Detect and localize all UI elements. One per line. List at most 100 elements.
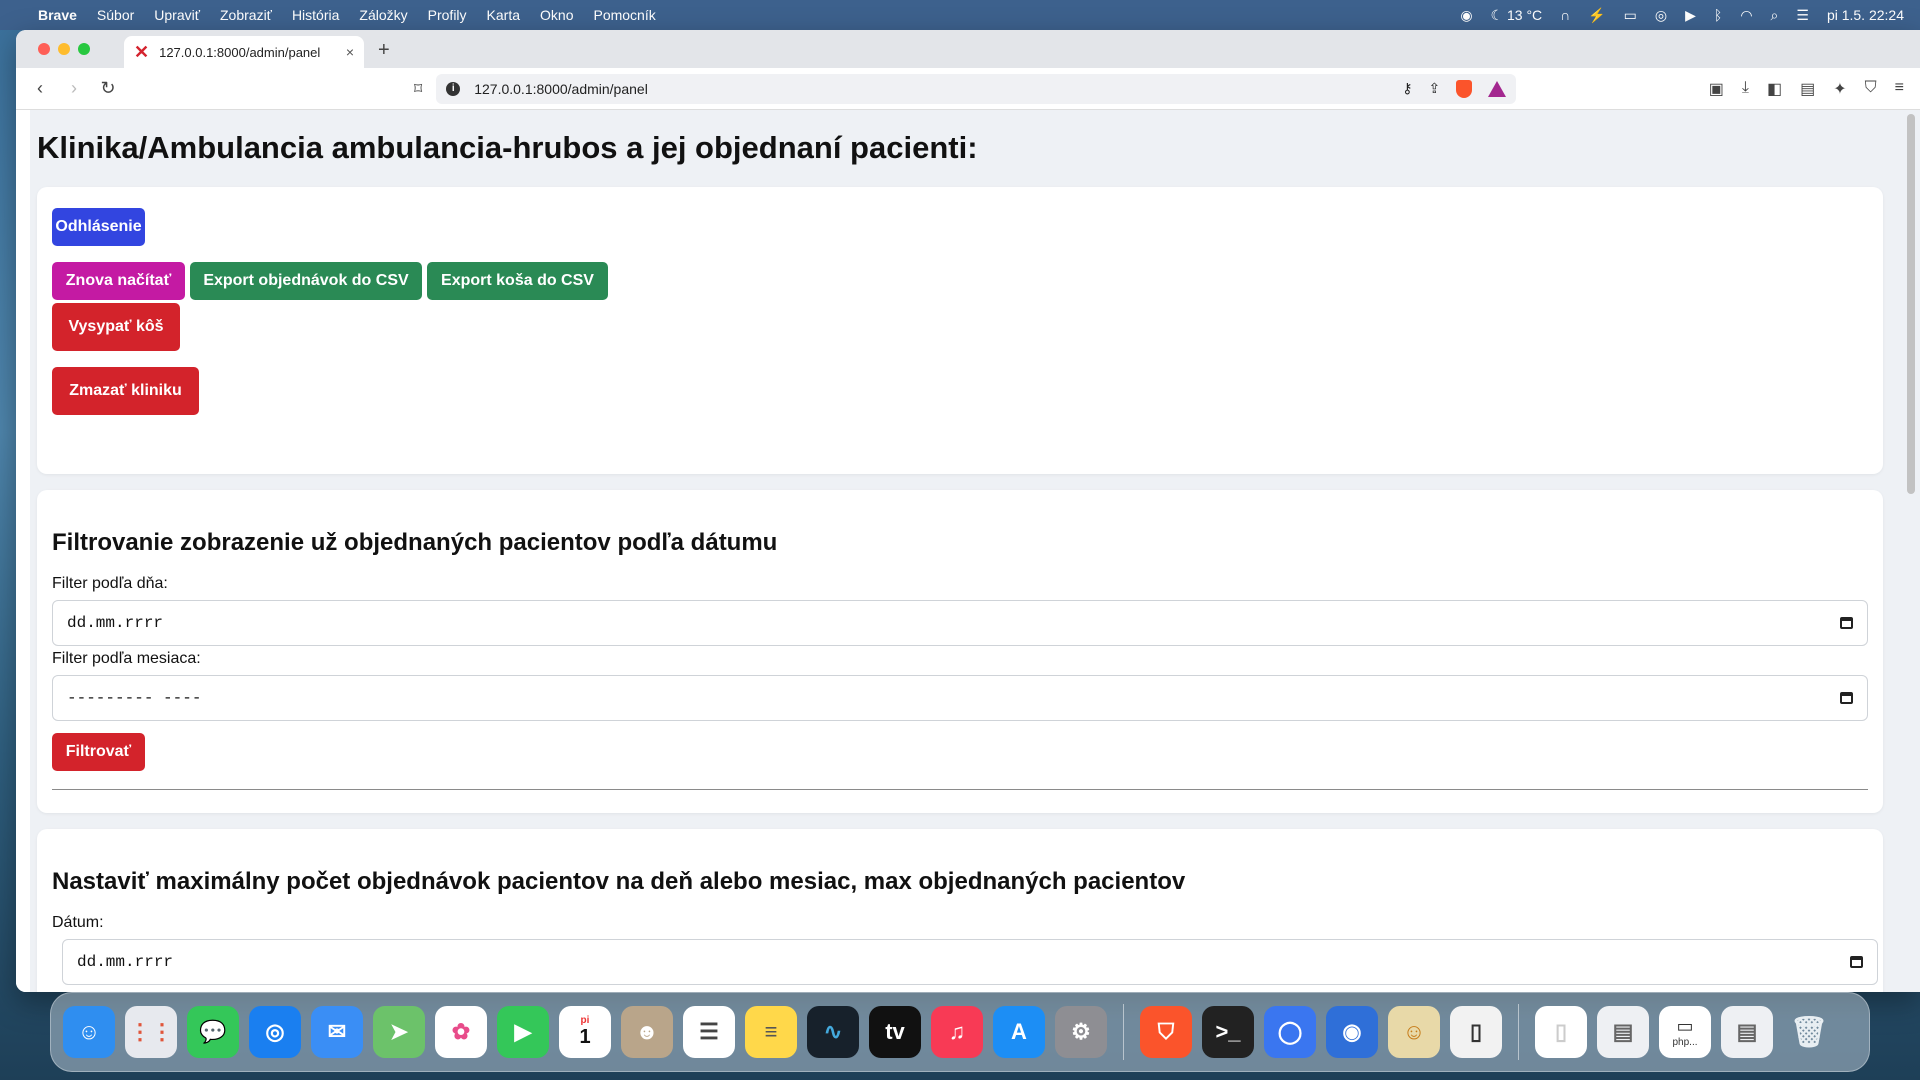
- wifi-icon[interactable]: ◠: [1740, 7, 1752, 24]
- menu-item-tab[interactable]: Karta: [487, 7, 520, 23]
- new-tab-button[interactable]: +: [378, 39, 390, 62]
- page-scrollbar[interactable]: [1907, 114, 1915, 494]
- calendar-icon[interactable]: [1850, 956, 1863, 968]
- app-icon-mascot[interactable]: ☺: [1388, 1006, 1440, 1058]
- calendar-icon[interactable]: [1840, 692, 1853, 704]
- minimized-window-icon[interactable]: ▤: [1597, 1006, 1649, 1058]
- month-filter-value: --------- ----: [67, 689, 202, 707]
- menu-item-edit[interactable]: Upraviť: [154, 7, 200, 23]
- sidebar-icon[interactable]: ◧: [1767, 79, 1782, 99]
- safari-icon[interactable]: ◎: [249, 1006, 301, 1058]
- music-icon[interactable]: ♫: [931, 1006, 983, 1058]
- filter-divider: [52, 789, 1868, 790]
- share-icon[interactable]: ⇪: [1428, 80, 1440, 97]
- apple-tv-icon[interactable]: tv: [869, 1006, 921, 1058]
- minimized-window-label: php...: [1672, 1037, 1698, 1048]
- limit-date-label: Dátum:: [52, 914, 104, 931]
- signal-icon[interactable]: ◯: [1264, 1006, 1316, 1058]
- document-icon[interactable]: ▯: [1535, 1006, 1587, 1058]
- facetime-icon[interactable]: ▶: [497, 1006, 549, 1058]
- limit-heading: Nastaviť maximálny počet objednávok paci…: [52, 868, 1186, 895]
- bluetooth-icon[interactable]: ᛒ: [1714, 7, 1722, 23]
- menu-app-name[interactable]: Brave: [38, 7, 77, 23]
- reload-icon[interactable]: ↻: [100, 78, 116, 99]
- brave-shields-icon[interactable]: [1456, 79, 1473, 98]
- tab-admin-panel[interactable]: ✕ 127.0.0.1:8000/admin/panel ×: [124, 36, 364, 68]
- menu-item-history[interactable]: História: [292, 7, 339, 23]
- menu-item-view[interactable]: Zobraziť: [220, 7, 272, 23]
- menu-icon[interactable]: ≡: [1895, 79, 1904, 99]
- trash-icon[interactable]: 🗑: [1783, 1006, 1835, 1058]
- reload-button[interactable]: Znova načítať: [52, 262, 185, 300]
- maps-icon[interactable]: ➤: [373, 1006, 425, 1058]
- menu-item-profiles[interactable]: Profily: [428, 7, 467, 23]
- export-bin-button[interactable]: Export koša do CSV: [427, 262, 608, 300]
- accessibility-icon[interactable]: ◉: [1460, 7, 1472, 24]
- calendar-icon[interactable]: [1840, 617, 1853, 629]
- finder-icon[interactable]: ☺: [63, 1006, 115, 1058]
- download-icon[interactable]: ⤓: [1742, 79, 1749, 99]
- search-icon[interactable]: ⌕: [1771, 7, 1779, 24]
- reader-mode-icon[interactable]: ▣: [1709, 79, 1724, 99]
- day-filter-input[interactable]: dd.mm.rrrr: [52, 600, 1868, 646]
- left-edge-strip: [16, 110, 30, 992]
- menu-datetime[interactable]: pi 1.5. 22:24: [1827, 7, 1904, 23]
- contacts-icon[interactable]: ☻: [621, 1006, 673, 1058]
- address-bar[interactable]: i 127.0.0.1:8000/admin/panel ⚷ ⇪: [436, 73, 1517, 104]
- terminal-icon[interactable]: >_: [1202, 1006, 1254, 1058]
- battery-bolt-icon[interactable]: ⚡: [1588, 7, 1605, 24]
- weather-moon-icon[interactable]: ☾ 13 °C: [1491, 7, 1543, 24]
- headphones-icon[interactable]: ∩: [1560, 7, 1570, 23]
- logout-button[interactable]: Odhlásenie: [52, 208, 145, 246]
- delete-clinic-button[interactable]: Zmazať kliniku: [52, 367, 199, 415]
- wallet-icon[interactable]: ▤: [1800, 79, 1815, 99]
- calendar-app-icon[interactable]: pi 1: [559, 1006, 611, 1058]
- disk-utility-icon[interactable]: ◉: [1326, 1006, 1378, 1058]
- menu-item-window[interactable]: Okno: [540, 7, 573, 23]
- vpn-icon[interactable]: ⛉: [1865, 79, 1877, 99]
- preview-document-icon[interactable]: ▯: [1450, 1006, 1502, 1058]
- leo-ai-icon[interactable]: ✦: [1833, 79, 1846, 99]
- empty-bin-button[interactable]: Vysypať kôš: [52, 303, 180, 351]
- forward-icon[interactable]: ›: [66, 78, 82, 99]
- brave-rewards-icon[interactable]: [1488, 80, 1507, 97]
- dock-separator: [1518, 1004, 1519, 1060]
- play-icon[interactable]: ▶: [1685, 7, 1696, 24]
- site-info-icon[interactable]: i: [446, 81, 461, 96]
- dock: ☺ ⋮⋮ 💬 ◎ ✉ ➤ ✿ ▶ pi 1 ☻ ☰ ≡ ∿ tv ♫ A ⚙ ⛉…: [50, 992, 1870, 1072]
- control-center-icon[interactable]: ☰: [1796, 7, 1809, 24]
- tab-title: 127.0.0.1:8000/admin/panel: [159, 44, 321, 60]
- menu-item-bookmarks[interactable]: Záložky: [359, 7, 407, 23]
- messages-icon[interactable]: 💬: [187, 1006, 239, 1058]
- month-filter-input[interactable]: --------- ----: [52, 675, 1868, 721]
- limit-date-input[interactable]: dd.mm.rrrr: [62, 939, 1878, 985]
- brave-browser-icon[interactable]: ⛉: [1140, 1006, 1192, 1058]
- menu-item-help[interactable]: Pomocník: [593, 7, 655, 23]
- system-settings-icon[interactable]: ⚙: [1055, 1006, 1107, 1058]
- tab-close-icon[interactable]: ×: [346, 44, 354, 60]
- export-orders-button[interactable]: Export objednávok do CSV: [190, 262, 422, 300]
- zoom-window-button[interactable]: [78, 43, 90, 55]
- url-text[interactable]: 127.0.0.1:8000/admin/panel: [474, 81, 1402, 97]
- tab-bar: ✕ 127.0.0.1:8000/admin/panel × +: [16, 30, 1920, 68]
- airdrop-icon[interactable]: ◎: [1655, 7, 1667, 24]
- bookmark-icon[interactable]: ⌑: [414, 79, 422, 99]
- key-icon[interactable]: ⚷: [1402, 80, 1412, 97]
- minimize-window-button[interactable]: [58, 43, 70, 55]
- launchpad-icon[interactable]: ⋮⋮: [125, 1006, 177, 1058]
- menu-item-file[interactable]: Súbor: [97, 7, 134, 23]
- app-store-icon[interactable]: A: [993, 1006, 1045, 1058]
- close-window-button[interactable]: [38, 43, 50, 55]
- display-icon[interactable]: ▭: [1624, 7, 1637, 24]
- notes-icon[interactable]: ≡: [745, 1006, 797, 1058]
- minimized-php-window-icon[interactable]: ▭ php...: [1659, 1006, 1711, 1058]
- filter-button[interactable]: Filtrovať: [52, 733, 145, 771]
- freeform-icon[interactable]: ∿: [807, 1006, 859, 1058]
- calendar-weekday: pi: [580, 1015, 590, 1026]
- reminders-icon[interactable]: ☰: [683, 1006, 735, 1058]
- back-icon[interactable]: ‹: [32, 78, 48, 99]
- page-content: Klinika/Ambulancia ambulancia-hrubos a j…: [16, 110, 1920, 992]
- photos-icon[interactable]: ✿: [435, 1006, 487, 1058]
- mail-icon[interactable]: ✉: [311, 1006, 363, 1058]
- minimized-window-icon[interactable]: ▤: [1721, 1006, 1773, 1058]
